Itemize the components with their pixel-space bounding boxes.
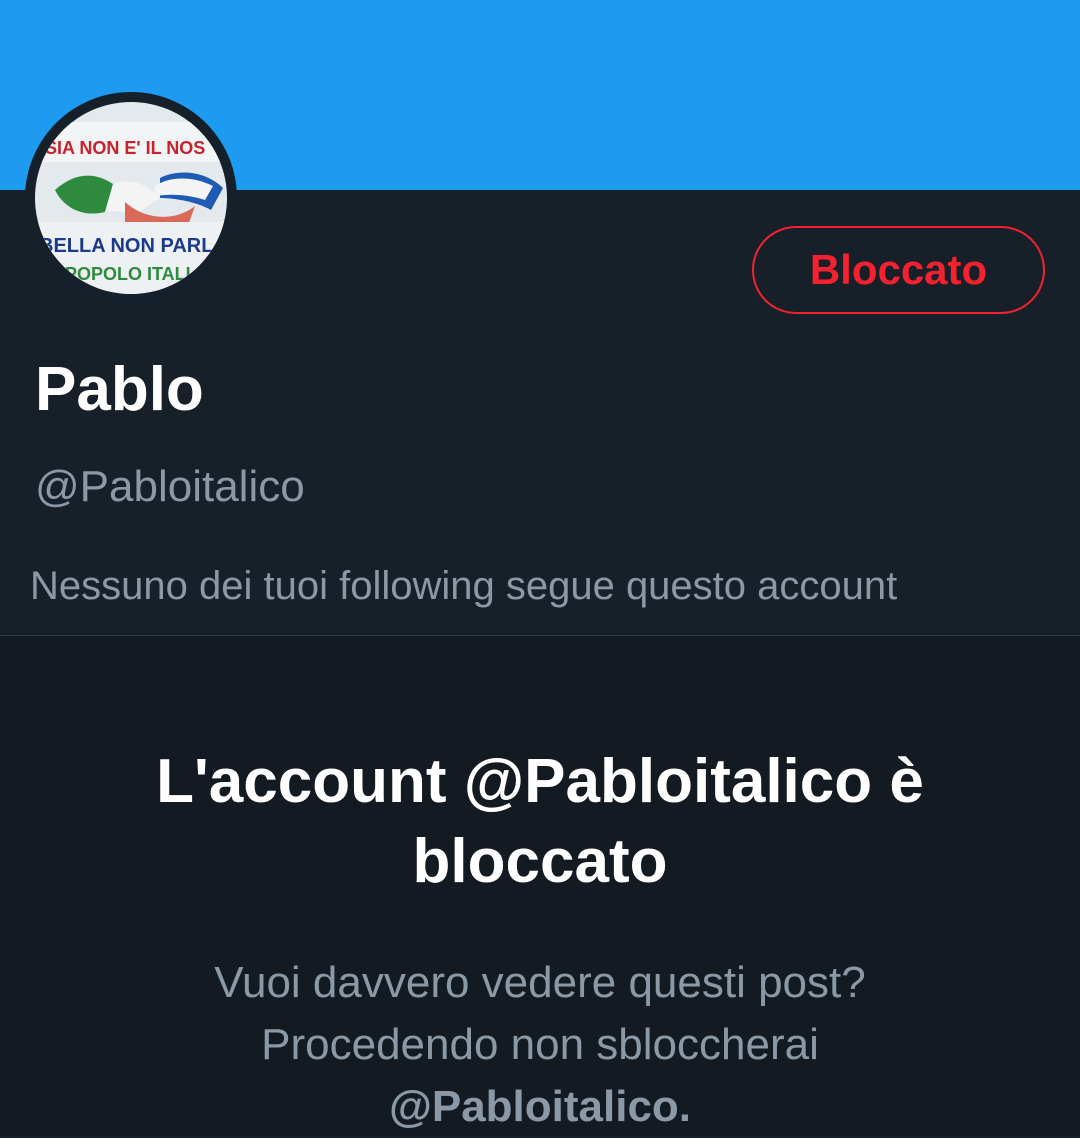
blocked-desc-line2: Procedendo non sbloccherai	[261, 1020, 819, 1069]
blocked-button[interactable]: Bloccato	[752, 226, 1045, 314]
followers-you-know-note: Nessuno dei tuoi following segue questo …	[30, 564, 898, 608]
blocked-title-line1: L'account @Pabloitalico è	[156, 747, 924, 816]
blocked-desc-handle: @Pabloitalico.	[388, 1082, 692, 1131]
blocked-title-line2: bloccato	[412, 827, 668, 896]
avatar-text-2: BELLA NON PARLA	[39, 235, 227, 257]
avatar-image: SIA NON E' IL NOS BELLA NON PARLA POPOLO…	[35, 102, 227, 294]
avatar-text-1: SIA NON E' IL NOS	[45, 138, 205, 158]
blocked-title: L'account @Pabloitalico è bloccato	[90, 742, 990, 902]
avatar[interactable]: SIA NON E' IL NOS BELLA NON PARLA POPOLO…	[25, 92, 237, 304]
display-name: Pablo	[35, 355, 204, 424]
avatar-text-3: POPOLO ITALI	[65, 264, 191, 284]
blocked-description: Vuoi davvero vedere questi post? Procede…	[90, 952, 990, 1138]
blocked-desc-line1: Vuoi davvero vedere questi post?	[214, 958, 866, 1007]
user-handle: @Pabloitalico	[35, 462, 305, 511]
